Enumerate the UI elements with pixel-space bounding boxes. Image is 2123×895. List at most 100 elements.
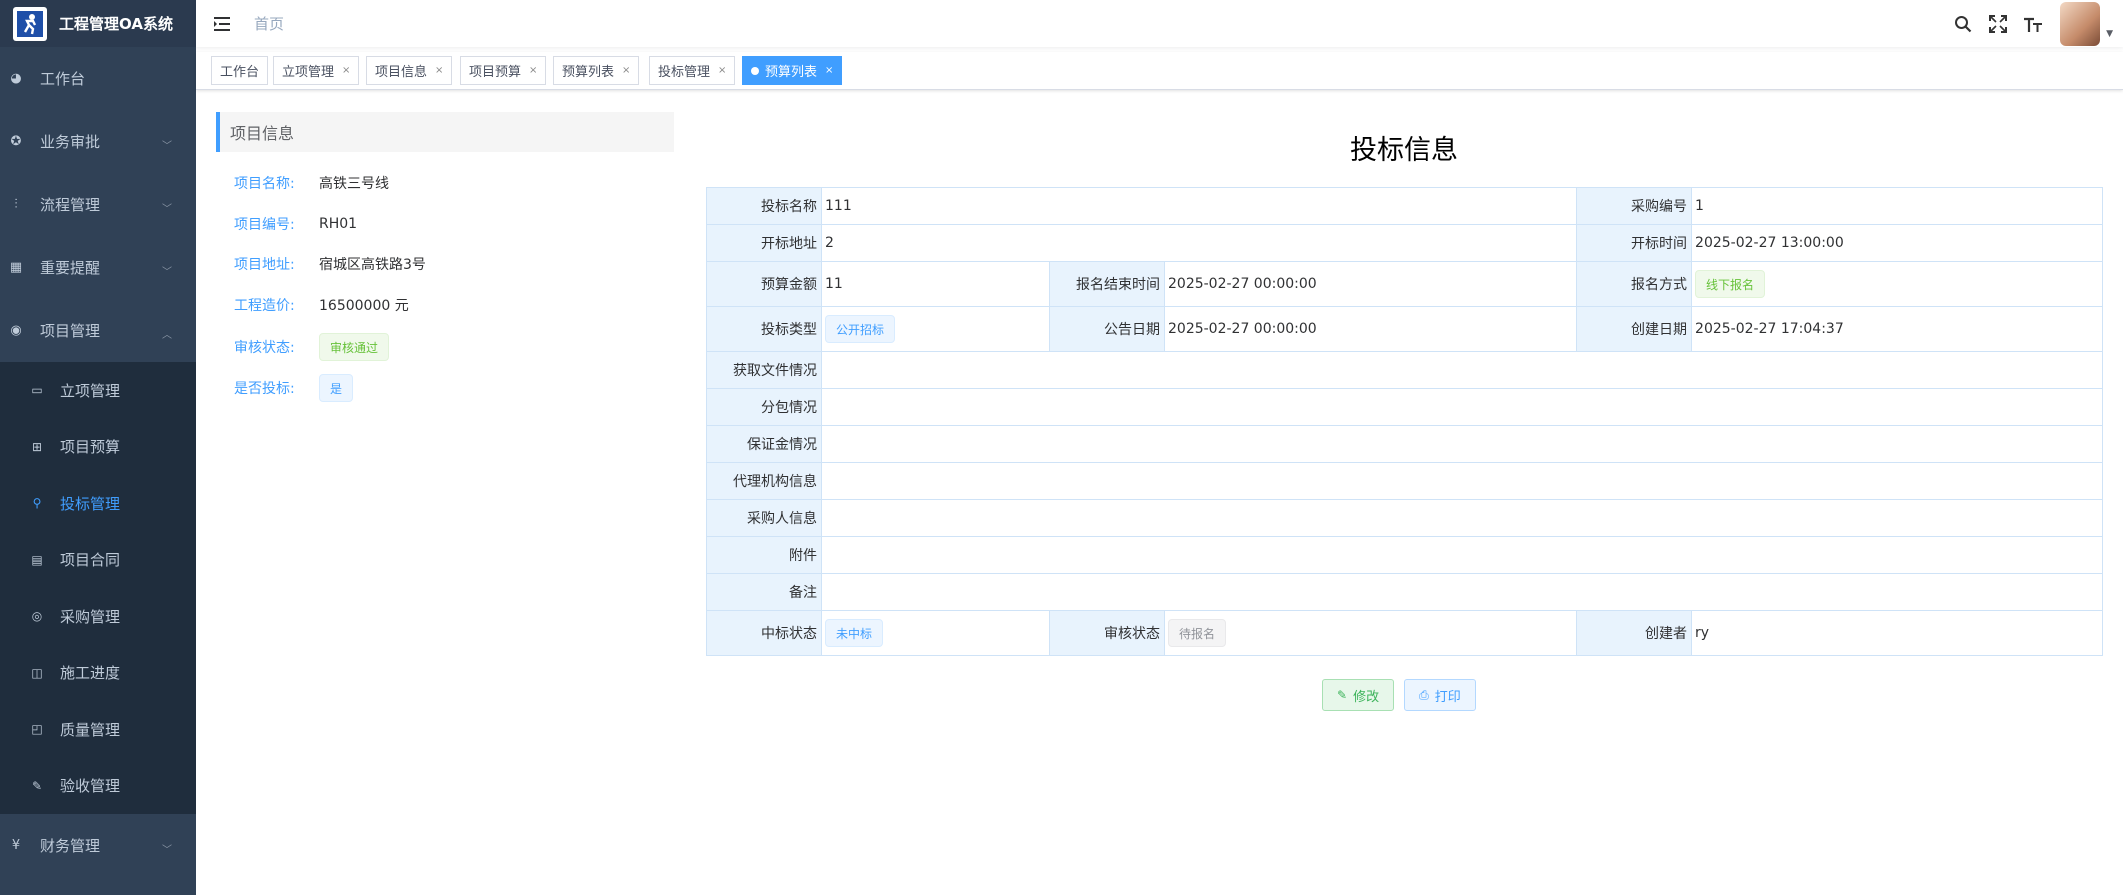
font-size-icon[interactable] [2019,10,2047,38]
page-title: 投标信息 [1350,135,1458,166]
close-icon[interactable]: × [342,65,350,76]
tag-project-budget[interactable]: 项目预算 × [460,56,547,85]
chevron-down-icon: ﹀ [162,844,172,856]
table-icon: ⊞ [31,439,43,454]
sidebar-item-label: 流程管理 [40,196,101,214]
panel-heading: 项目信息 [216,112,674,152]
info-row-bid: 是否投标: 是 [234,373,354,403]
breadcrumb[interactable]: 首页 [254,13,284,34]
sidebar-item-label: 项目预算 [60,438,121,457]
edit-icon: ✎ [1337,688,1348,702]
table-row: 开标地址 2 开标时间 2025-02-27 13:00:00 [706,224,2104,262]
info-row-address: 项目地址: 宿城区高铁路3号 [234,250,426,278]
cell-label: 开标地址 [706,224,822,262]
cell-label: 采购人信息 [706,499,822,537]
status-badge: 未中标 [825,619,884,647]
hamburger-icon[interactable] [212,13,234,35]
info-label: 工程造价: [234,298,295,314]
yen-icon: ¥ [11,838,21,853]
person-icon: ⚲ [32,496,42,511]
table-row: 备注 [706,573,2104,611]
status-badge: 是 [319,374,354,402]
cell-label: 保证金情况 [706,425,822,463]
sidebar-item-acceptance[interactable]: ✎ 验收管理 [0,758,196,815]
tag-budget-list-active[interactable]: 预算列表 × [742,56,843,85]
sidebar-item-purchase[interactable]: ◎ 采购管理 [0,588,196,645]
info-label: 项目编号: [234,217,295,233]
sidebar-item-initiation[interactable]: ▭ 立项管理 [0,362,196,419]
button-label: 打印 [1434,689,1461,705]
sidebar-item-quality[interactable]: ◰ 质量管理 [0,701,196,758]
info-label: 项目名称: [234,176,295,192]
cell-value [820,536,2104,574]
tag-label: 项目信息 [375,65,428,80]
sidebar-item-label: 项目合同 [60,551,121,570]
print-button[interactable]: ⎙ 打印 [1404,679,1476,711]
close-icon[interactable]: × [825,65,833,76]
cart-icon: ◎ [31,609,43,624]
info-value: RH01 [319,216,358,232]
cell-label: 分包情况 [706,388,822,426]
cell-value: 2 [820,224,1578,262]
fullscreen-icon[interactable] [1984,10,2012,38]
tag-label: 工作台 [220,65,260,80]
columns-icon: ◫ [31,665,43,680]
tag-label: 投标管理 [658,65,711,80]
tag-bidding[interactable]: 投标管理 × [649,56,736,85]
tag-workbench[interactable]: 工作台 [211,56,269,85]
close-icon[interactable]: × [718,65,726,76]
cell-value: 2025-02-27 00:00:00 [1163,261,1578,307]
sidebar-item-flow[interactable]: ⫶ 流程管理 ﹀ [0,173,196,236]
cell-value: 111 [820,187,1578,225]
chevron-down-icon: ﹀ [162,140,172,152]
button-label: 修改 [1353,689,1380,705]
sidebar-item-project[interactable]: ◉ 项目管理 ︿ [0,299,196,362]
sidebar-item-label: 业务审批 [40,133,101,151]
status-badge: 公开招标 [825,315,896,343]
avatar[interactable] [2060,1,2101,46]
search-icon[interactable] [1949,10,1977,38]
sidebar-item-dashboard[interactable]: ◕ 工作台 [0,47,196,110]
cell-label: 审核状态 [1049,610,1165,656]
status-badge: 审核通过 [319,333,390,361]
flow-icon: ⫶ [14,197,18,212]
cell-label: 中标状态 [706,610,822,656]
cell-value: 2025-02-27 17:04:37 [1691,306,2104,352]
edit-button[interactable]: ✎ 修改 [1322,679,1395,711]
sidebar-item-contract[interactable]: ▤ 项目合同 [0,532,196,589]
sidebar-item-progress[interactable]: ◫ 施工进度 [0,645,196,702]
logo-area[interactable]: 工程管理OA系统 [0,0,196,47]
tag-budget-list[interactable]: 预算列表 × [553,56,640,85]
cell-label: 创建者 [1576,610,1693,656]
info-label: 项目地址: [234,257,295,273]
sidebar-item-budget[interactable]: ⊞ 项目预算 [0,419,196,476]
info-row-name: 项目名称: 高铁三号线 [234,169,389,197]
cell-value [820,425,2104,463]
info-value: 宿城区高铁路3号 [319,257,426,273]
sidebar-item-finance[interactable]: ¥ 财务管理 ﹀ [0,814,196,877]
cell-value [820,351,2104,389]
info-label: 是否投标: [234,381,295,397]
tag-initiation[interactable]: 立项管理 × [273,56,360,85]
sidebar-item-label: 财务管理 [40,837,101,855]
cell-label: 创建日期 [1576,306,1693,352]
bid-info-table: 投标名称 111 采购编号 1 开标地址 2 开标时间 2025-02-27 1… [706,187,2104,656]
cell-label: 投标名称 [706,187,822,225]
info-row-code: 项目编号: RH01 [234,210,357,238]
sidebar-item-reminder[interactable]: ▦ 重要提醒 ﹀ [0,236,196,299]
close-icon[interactable]: × [435,65,443,76]
globe-icon: ◉ [10,323,22,338]
sidebar-item-label: 工作台 [40,70,86,88]
close-icon[interactable]: × [529,65,537,76]
sidebar-item-approval[interactable]: ✪ 业务审批 ﹀ [0,110,196,173]
project-submenu: ▭ 立项管理 ⊞ 项目预算 ⚲ 投标管理 ▤ 项目合同 ◎ 采购管理 ◫ 施工进… [0,362,196,814]
caret-down-icon[interactable]: ▼ [2106,29,2113,39]
sidebar: 工程管理OA系统 ◕ 工作台 ✪ 业务审批 ﹀ ⫶ 流程管理 ﹀ ▦ 重要提醒 … [0,0,196,895]
sidebar-item-label: 施工进度 [60,664,121,683]
tag-project-info[interactable]: 项目信息 × [366,56,453,85]
sidebar-item-bidding[interactable]: ⚲ 投标管理 [0,475,196,532]
cell-label: 投标类型 [706,306,822,352]
close-icon[interactable]: × [622,65,630,76]
top-navbar: 首页 ▼ [196,0,2123,47]
medal-icon: ◰ [31,722,43,737]
